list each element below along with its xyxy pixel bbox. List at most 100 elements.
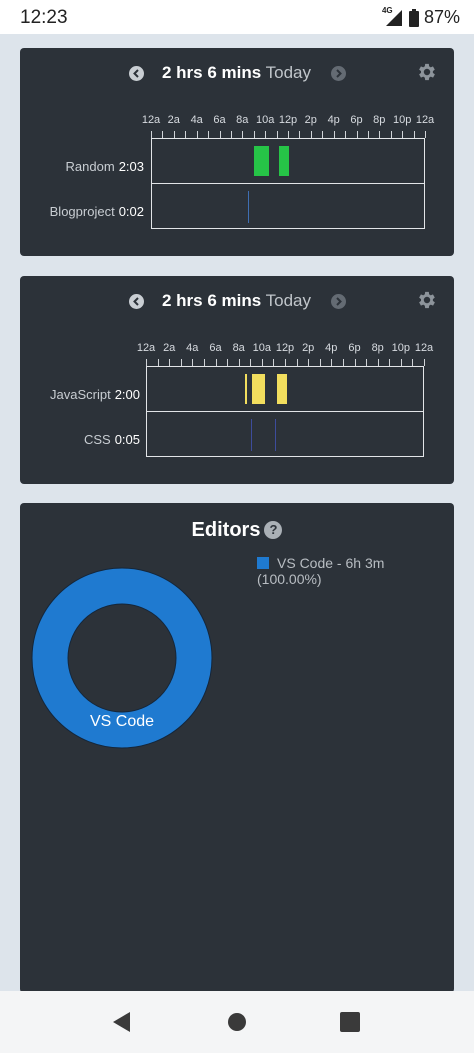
tick-label: 4a [190,114,203,126]
tick-label: 8p [373,114,386,126]
tick-label: 10a [252,342,271,354]
tick-label: 8a [232,342,245,354]
tick-mark [169,359,171,366]
date-navigator: 2 hrs 6 mins Today [20,62,454,86]
tick-mark [379,131,381,138]
donut-inner-edge [67,603,177,713]
row-divider [152,183,424,184]
tick-mark [151,131,152,138]
tick-label: 6a [209,342,222,354]
activity-bar [275,419,276,451]
tick-mark [424,359,425,366]
tick-mark [261,359,263,366]
tick-mark [331,359,333,366]
tick-label: 12a [415,114,435,126]
tick-mark [402,131,404,138]
editors-title: Editors [191,519,261,541]
editors-donut-chart: VS Code [31,567,213,749]
tick-mark [390,131,392,138]
tick-mark [389,359,391,366]
tick-label: 4p [325,342,338,354]
tick-mark [203,359,205,366]
activity-bar [254,146,269,176]
tick-mark [180,359,182,366]
gear-icon[interactable] [416,289,438,311]
tick-mark [366,359,368,366]
language-duration: 0:05 [114,432,140,447]
project-duration: 2:03 [118,159,144,174]
tick-mark [400,359,402,366]
legend-entry: VS Code - 6h 3m [257,555,384,571]
period-label: Today [265,291,312,310]
battery-icon [408,8,419,27]
tick-label: 10p [393,114,412,126]
date-title: 2 hrs 6 mins Today [162,63,311,83]
tick-mark [413,131,415,138]
system-navigation-bar [0,991,474,1053]
tick-mark [356,131,358,138]
tick-mark [238,359,240,366]
tick-mark [367,131,369,138]
legend-percent: (100.00%) [257,571,322,587]
total-duration: 2 hrs 6 mins [162,63,262,82]
tick-label: 12a [141,114,161,126]
tick-mark [250,359,252,366]
date-navigator: 2 hrs 6 mins Today [20,290,454,314]
project-name: Blogproject [49,204,115,219]
tick-mark [242,131,244,138]
chevron-left-circle-icon[interactable] [129,294,144,309]
chevron-left-circle-icon[interactable] [129,66,144,81]
tick-label: 4p [327,114,340,126]
tick-mark [285,359,286,366]
chevron-right-circle-icon[interactable] [331,66,346,81]
tick-mark [253,131,255,138]
tick-mark [230,131,232,138]
editors-heading: Editors? [20,519,454,542]
project-name: Random [65,159,115,174]
language-duration: 2:00 [114,387,140,402]
gear-icon[interactable] [416,61,438,83]
project-duration: 0:02 [118,204,144,219]
timeline-grid [146,366,424,457]
tick-label: 8p [371,342,384,354]
status-bar: 12:23 4G 87% [0,0,474,34]
tick-mark [273,359,275,366]
chevron-right-circle-icon[interactable] [331,294,346,309]
tick-label: 2a [167,114,180,126]
tick-mark [288,131,289,138]
total-duration: 2 hrs 6 mins [162,291,262,310]
date-title: 2 hrs 6 mins Today [162,291,311,311]
activity-bar [251,419,252,451]
tick-mark [215,359,217,366]
tick-label: 4a [186,342,199,354]
back-triangle-icon[interactable] [111,1011,133,1033]
tick-label: 6p [350,114,363,126]
activity-bar [279,146,289,176]
activity-bar [277,374,287,404]
timeline-grid [151,138,425,229]
tick-mark [173,131,175,138]
row-divider [147,411,423,412]
tick-label: 10p [391,342,410,354]
period-label: Today [265,63,312,82]
status-time: 12:23 [20,7,68,28]
language-name: CSS [83,432,111,447]
tick-label: 6a [213,114,226,126]
tick-mark [319,359,321,366]
tick-mark [276,131,278,138]
recents-square-icon[interactable] [340,1011,360,1033]
tick-label: 12p [278,114,298,126]
signal-icon: 4G [382,6,404,27]
home-circle-icon[interactable] [227,1011,247,1033]
help-icon[interactable]: ? [264,521,283,539]
tick-label: 6p [348,342,361,354]
tick-mark [296,359,298,366]
activity-bar [248,191,249,223]
tick-mark [354,359,356,366]
donut-slice-label: VS Code [90,713,154,730]
tick-label: 10a [256,114,275,126]
languages-timeline-card: 2 hrs 6 mins Today 12a 2a 4a 6a 8a 10a 1… [20,276,454,484]
tick-mark [377,359,379,366]
tick-mark [227,359,229,366]
language-row-label: JavaScript 2:00 [50,387,140,402]
